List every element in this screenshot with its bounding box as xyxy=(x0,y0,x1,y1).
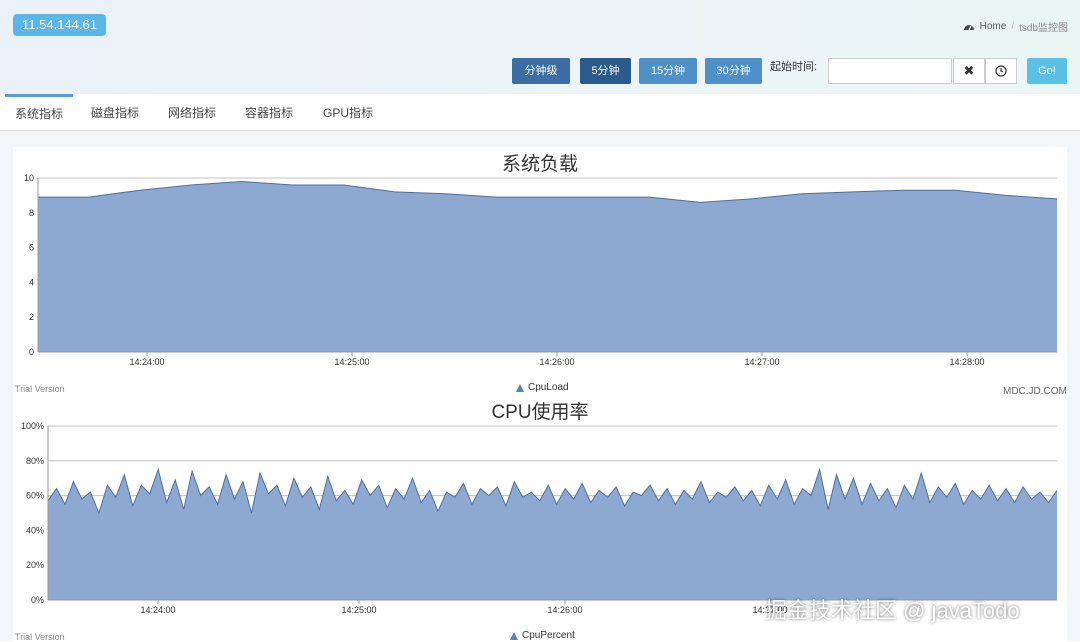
y-tick-label: 60% xyxy=(26,491,44,501)
breadcrumb: Home / tsdb监控图 xyxy=(963,19,1068,34)
y-tick-label: 0 xyxy=(29,347,34,357)
series-area xyxy=(38,181,1057,352)
fifteen-minute-button[interactable]: 15分钟 xyxy=(639,58,697,84)
tab-network-metrics[interactable]: 网络指标 xyxy=(168,94,216,130)
tab-container-metrics[interactable]: 容器指标 xyxy=(245,94,293,130)
legend-cpupercent[interactable]: CpuPercent xyxy=(510,630,575,641)
x-tick-label: 14:28:00 xyxy=(949,357,984,367)
go-button[interactable]: Go! xyxy=(1027,58,1067,84)
five-minute-button[interactable]: 5分钟 xyxy=(580,58,631,84)
series-area xyxy=(48,469,1057,600)
x-tick-label: 14:25:00 xyxy=(341,605,376,615)
legend-cpuload[interactable]: CpuLoad xyxy=(516,382,569,393)
start-time-label: 起始时间: xyxy=(770,61,818,73)
y-tick-label: 6 xyxy=(29,243,34,253)
legend-label-2: CpuPercent xyxy=(522,630,575,641)
y-tick-label: 100% xyxy=(21,421,44,431)
legend-label: CpuLoad xyxy=(528,382,569,393)
mdc-credit: MDC.JD.COM xyxy=(1003,386,1067,397)
clock-icon xyxy=(995,65,1007,77)
x-tick-label: 14:27:00 xyxy=(744,357,779,367)
breadcrumb-separator: / xyxy=(1011,21,1015,32)
breadcrumb-home-link[interactable]: Home xyxy=(980,21,1007,32)
x-tick-label: 14:25:00 xyxy=(334,357,369,367)
thirty-minute-button[interactable]: 30分钟 xyxy=(705,58,762,84)
y-tick-label: 40% xyxy=(26,525,44,535)
y-tick-label: 20% xyxy=(26,560,44,570)
tab-system-metrics[interactable]: 系统指标 xyxy=(5,94,73,133)
y-tick-label: 8 xyxy=(29,208,34,218)
y-tick-label: 10 xyxy=(24,173,34,183)
x-tick-label: 14:26:00 xyxy=(539,357,574,367)
legend-marker-icon xyxy=(516,383,524,392)
cpu-usage-chart[interactable]: 0% 20% 40% 60% 80% 100% 14:24:00 14:25:00 14:26:… xyxy=(13,418,1067,618)
top-header: 11.54.144.61 Home / tsdb监控图 分钟级 5分钟 15分钟… xyxy=(0,0,1080,94)
system-load-chart[interactable]: 0 2 4 6 8 10 14:24:00 14:25:00 14:26:00 14:27:00 1… xyxy=(13,170,1067,370)
trial-version-label: Trial Version xyxy=(15,384,65,394)
x-tick-label: 14:26:00 xyxy=(547,605,582,615)
y-tick-label: 4 xyxy=(29,277,34,287)
x-tick-label: 14:24:00 xyxy=(140,605,175,615)
legend-marker-icon-2 xyxy=(510,631,518,640)
start-time-input[interactable] xyxy=(828,58,952,84)
y-tick-label: 0% xyxy=(31,595,44,605)
x-tick-label: 14:24:00 xyxy=(129,357,164,367)
clock-button[interactable] xyxy=(985,58,1017,84)
breadcrumb-current: tsdb监控图 xyxy=(1019,23,1068,34)
host-ip-badge[interactable]: 11.54.144.61 xyxy=(13,14,106,36)
minute-level-button[interactable]: 分钟级 xyxy=(512,58,570,84)
close-icon: ✖ xyxy=(963,63,975,78)
tab-disk-metrics[interactable]: 磁盘指标 xyxy=(91,94,139,130)
tab-gpu-metrics[interactable]: GPU指标 xyxy=(323,94,373,130)
clear-time-button[interactable]: ✖ xyxy=(953,58,985,84)
metric-tabs: 系统指标 磁盘指标 网络指标 容器指标 GPU指标 xyxy=(0,94,1080,131)
dashboard-icon xyxy=(963,24,974,30)
y-tick-label: 2 xyxy=(29,312,34,322)
watermark-text: 掘金技术社区 @ javaTodo xyxy=(765,598,1020,623)
y-tick-label: 80% xyxy=(26,456,44,466)
